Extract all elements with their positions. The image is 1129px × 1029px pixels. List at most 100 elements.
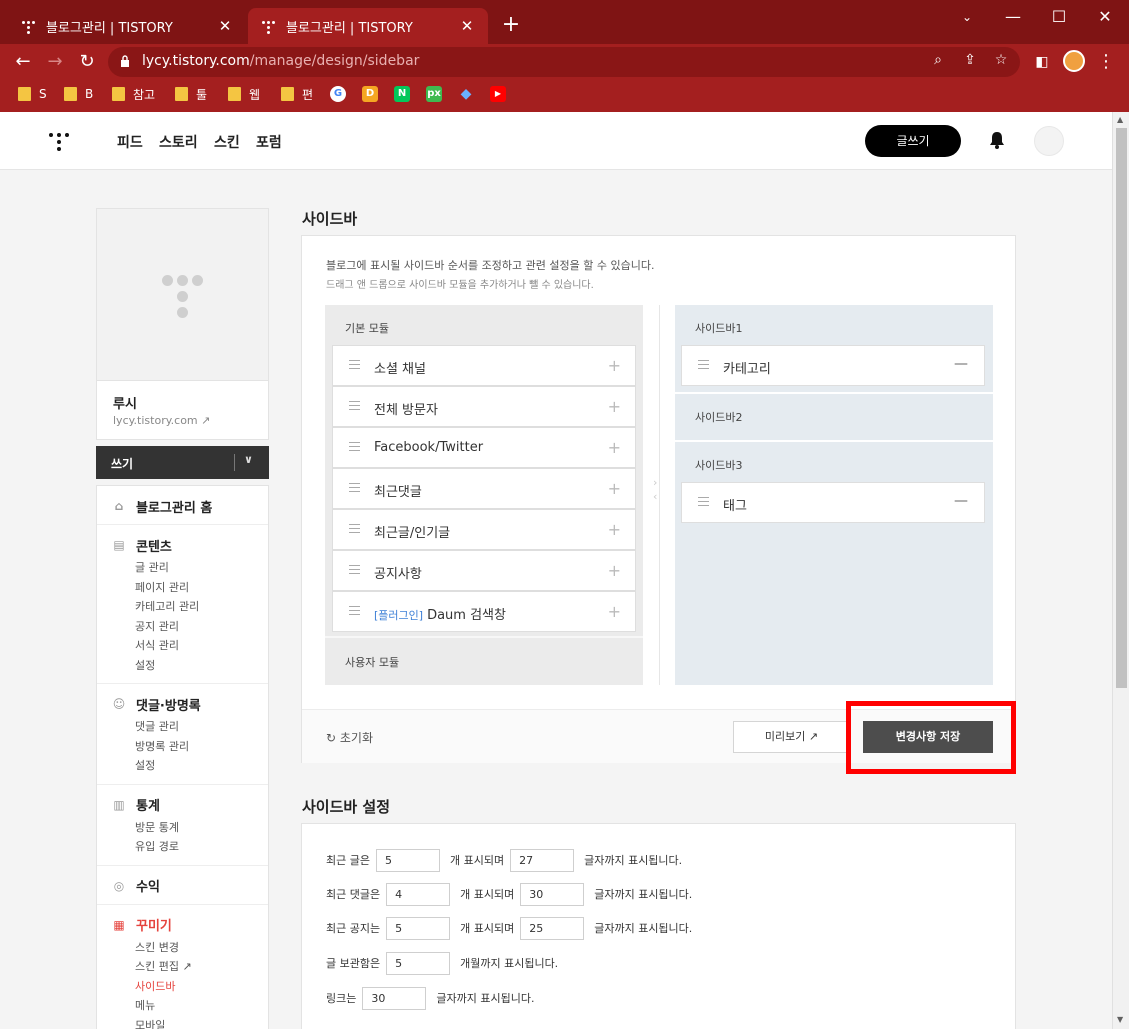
preview-button[interactable]: 미리보기 ↗	[733, 721, 850, 753]
nav-design[interactable]: ▦ 꾸미기	[97, 915, 268, 935]
remove-icon[interactable]: —	[954, 356, 968, 372]
recent-notices-count-input[interactable]: 5	[386, 916, 451, 940]
module-item[interactable]: 최근댓글 +	[332, 468, 636, 509]
px-icon[interactable]: px	[426, 84, 442, 104]
link-length-input[interactable]: 30	[362, 986, 427, 1010]
write-dropdown-button[interactable]: 쓰기 ∨	[96, 446, 269, 479]
bookmark-star-icon[interactable]: ☆	[991, 52, 1011, 68]
reset-button[interactable]: ↻ 초기화	[326, 729, 373, 746]
menu-feed[interactable]: 피드	[117, 132, 143, 152]
youtube-icon[interactable]: ▶	[490, 84, 506, 104]
module-item[interactable]: 최근글/인기글 +	[332, 509, 636, 550]
drag-handle-icon[interactable]	[349, 360, 360, 370]
nav-sub-comment-settings[interactable]: 설정	[97, 756, 268, 776]
new-tab-icon[interactable]: +	[498, 12, 524, 37]
recent-notices-length-input[interactable]: 25	[520, 916, 585, 940]
drag-handle-icon[interactable]	[349, 606, 360, 616]
module-item[interactable]: 공지사항 +	[332, 550, 636, 591]
nav-sub-mobile[interactable]: 모바일	[97, 1016, 268, 1029]
zoom-icon[interactable]: ⌕	[928, 52, 948, 68]
chevron-down-icon[interactable]: ∨	[244, 453, 253, 466]
minimize-icon[interactable]: —	[990, 4, 1036, 30]
drag-handle-icon[interactable]	[349, 565, 360, 575]
nav-sub-posts[interactable]: 글 관리	[97, 558, 268, 578]
archive-months-input[interactable]: 5	[386, 951, 451, 975]
address-bar[interactable]: lycy.tistory.com/manage/design/sidebar ⌕…	[108, 47, 1020, 77]
tab-close-icon[interactable]: ✕	[216, 17, 234, 35]
nav-sub-sidebar[interactable]: 사이드바	[97, 977, 268, 997]
scrollbar-thumb[interactable]	[1116, 128, 1127, 688]
bookmark-folder[interactable]: S	[18, 84, 47, 104]
drag-handle-icon[interactable]	[349, 442, 360, 452]
browser-tab-active[interactable]: 블로그관리 | TISTORY ✕	[248, 8, 488, 44]
nav-sub-visits[interactable]: 방문 통계	[97, 818, 268, 838]
recent-comments-count-input[interactable]: 4	[386, 882, 451, 906]
nav-sub-skin-edit[interactable]: 스킨 편집 ↗	[97, 957, 268, 977]
bookmark-folder[interactable]: 툴	[175, 84, 207, 104]
module-item[interactable]: Facebook/Twitter +	[332, 427, 636, 468]
module-item[interactable]: 소셜 채널 +	[332, 345, 636, 386]
tistory-logo-icon[interactable]	[49, 129, 69, 151]
recent-comments-length-input[interactable]: 30	[520, 882, 585, 906]
nav-sub-categories[interactable]: 카테고리 관리	[97, 597, 268, 617]
n-icon[interactable]: N	[394, 84, 410, 104]
nav-sub-guestbook[interactable]: 방명록 관리	[97, 737, 268, 757]
nav-comments[interactable]: ☺ 댓글·방명록	[97, 694, 268, 714]
nav-sub-templates[interactable]: 서식 관리	[97, 636, 268, 656]
add-icon[interactable]: +	[608, 438, 621, 457]
nav-sub-menu[interactable]: 메뉴	[97, 996, 268, 1016]
menu-forum[interactable]: 포럼	[256, 132, 282, 152]
nav-sub-comments[interactable]: 댓글 관리	[97, 717, 268, 737]
back-icon[interactable]: ←	[9, 48, 37, 76]
bookmark-folder[interactable]: 편	[281, 84, 313, 104]
module-item[interactable]: [플러그인] Daum 검색창 +	[332, 591, 636, 632]
blog-url-link[interactable]: lycy.tistory.com ↗	[97, 412, 268, 439]
bookmark-folder[interactable]: 참고	[112, 84, 155, 104]
window-close-icon[interactable]: ✕	[1082, 4, 1128, 30]
remove-icon[interactable]: —	[954, 493, 968, 509]
google-icon[interactable]: G	[330, 84, 346, 104]
scroll-up-icon[interactable]: ▲	[1117, 115, 1123, 124]
nav-sub-skin-change[interactable]: 스킨 변경	[97, 938, 268, 958]
diamond-icon[interactable]: ◆	[458, 84, 474, 104]
module-item[interactable]: 태그 —	[681, 482, 985, 523]
share-icon[interactable]: ⇪	[960, 52, 980, 68]
recent-posts-count-input[interactable]: 5	[375, 848, 440, 872]
nav-revenue[interactable]: ◎ 수익	[97, 876, 268, 896]
module-item[interactable]: 카테고리 —	[681, 345, 985, 386]
browser-tab[interactable]: 블로그관리 | TISTORY ✕	[8, 8, 246, 44]
side-panel-icon[interactable]: ◧	[1028, 48, 1056, 76]
write-post-button[interactable]: 글쓰기	[865, 125, 961, 157]
drag-handle-icon[interactable]	[698, 497, 709, 507]
nav-contents[interactable]: ▤ 콘텐츠	[97, 535, 268, 555]
recent-posts-length-input[interactable]: 27	[510, 848, 575, 872]
drag-handle-icon[interactable]	[349, 401, 360, 411]
tab-close-icon[interactable]: ✕	[458, 17, 476, 35]
bookmark-folder[interactable]: 웹	[228, 84, 260, 104]
drag-handle-icon[interactable]	[349, 483, 360, 493]
nav-home[interactable]: ⌂ 블로그관리 홈	[97, 496, 268, 516]
add-icon[interactable]: +	[608, 397, 621, 416]
forward-icon[interactable]: →	[41, 48, 69, 76]
add-icon[interactable]: +	[608, 561, 621, 580]
module-item[interactable]: 전체 방문자 +	[332, 386, 636, 427]
nav-sub-notices[interactable]: 공지 관리	[97, 617, 268, 637]
menu-skin[interactable]: 스킨	[214, 132, 240, 152]
menu-story[interactable]: 스토리	[159, 132, 198, 152]
bell-icon[interactable]	[988, 130, 1006, 150]
page-scrollbar[interactable]: ▲ ▼	[1112, 112, 1129, 1029]
user-avatar[interactable]	[1034, 126, 1064, 156]
bookmark-folder[interactable]: B	[64, 84, 93, 104]
scroll-down-icon[interactable]: ▼	[1117, 1015, 1123, 1024]
reload-icon[interactable]: ↻	[73, 48, 101, 76]
add-icon[interactable]: +	[608, 602, 621, 621]
nav-sub-referrers[interactable]: 유입 경로	[97, 837, 268, 857]
nav-sub-content-settings[interactable]: 설정	[97, 656, 268, 676]
maximize-icon[interactable]: ☐	[1036, 4, 1082, 30]
d-icon[interactable]: D	[362, 84, 378, 104]
nav-stats[interactable]: ▥ 통계	[97, 795, 268, 815]
nav-sub-pages[interactable]: 페이지 관리	[97, 578, 268, 598]
add-icon[interactable]: +	[608, 520, 621, 539]
drag-handle-icon[interactable]	[698, 360, 709, 370]
tab-search-chevron-icon[interactable]: ⌄	[944, 4, 990, 30]
